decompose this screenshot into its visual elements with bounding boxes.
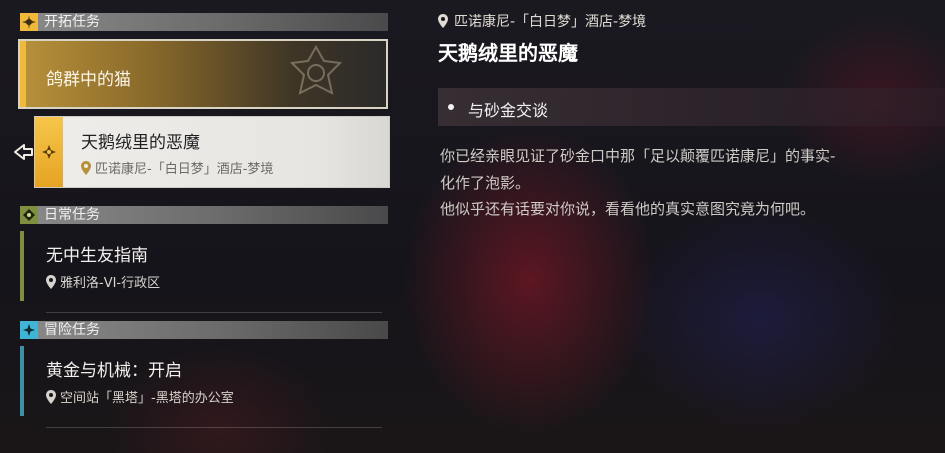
- detail-location-text: 匹诺康尼-「白日梦」酒店-梦境: [454, 14, 647, 30]
- detail-location: 匹诺康尼-「白日梦」酒店-梦境: [438, 11, 646, 31]
- quest-location-text: 空间站「黑塔」-黑塔的办公室: [60, 391, 234, 406]
- quest-item-trailblaze-1[interactable]: 鸽群中的猫: [18, 39, 388, 109]
- location-pin-icon: [438, 14, 448, 28]
- quest-item-trailblaze-2[interactable]: 天鹅绒里的恶魔 匹诺康尼-「白日梦」酒店-梦境: [34, 116, 390, 188]
- section-title: 冒险任务: [44, 322, 100, 338]
- selection-pointer-icon: [14, 144, 33, 160]
- quest-location-text: 雅利洛-VI-行政区: [60, 276, 161, 291]
- divider: [46, 427, 382, 428]
- quest-description: 你已经亲眼见证了砂金口中那「足以颠覆匹诺康尼」的事实- 化作了泡影。 他似乎还有…: [440, 143, 945, 223]
- quest-accent-bar: [20, 231, 24, 301]
- description-line: 你已经亲眼见证了砂金口中那「足以颠覆匹诺康尼」的事实-: [440, 147, 836, 165]
- objective-text: 与砂金交谈: [468, 101, 549, 120]
- location-pin-icon: [46, 389, 56, 404]
- quest-title: 天鹅绒里的恶魔: [81, 133, 200, 153]
- quest-item-adventure-1[interactable]: 黄金与机械：开启 空间站「黑塔」-黑塔的办公室: [20, 346, 382, 428]
- trailblaze-quest-icon: [35, 117, 63, 187]
- section-daily-header: 日常任务: [20, 206, 388, 224]
- trailblaze-category-icon: [20, 13, 38, 31]
- section-trailblaze-header: 开拓任务: [20, 13, 388, 31]
- quest-location-text: 匹诺康尼-「白日梦」酒店-梦境: [95, 162, 274, 177]
- emblem-icon: [289, 44, 343, 95]
- location-pin-icon: [46, 274, 56, 289]
- detail-title: 天鹅绒里的恶魔: [438, 41, 578, 65]
- quest-objective: 与砂金交谈: [438, 88, 945, 126]
- location-pin-icon: [81, 160, 91, 175]
- quest-detail-panel: 匹诺康尼-「白日梦」酒店-梦境 天鹅绒里的恶魔 与砂金交谈 你已经亲眼见证了砂金…: [438, 0, 945, 453]
- quest-location: 空间站「黑塔」-黑塔的办公室: [46, 387, 234, 406]
- description-line: 他似乎还有话要对你说，看看他的真实意图究竟为何吧。: [440, 200, 816, 218]
- section-title: 开拓任务: [44, 14, 100, 30]
- divider: [46, 312, 382, 313]
- quest-title: 黄金与机械：开启: [46, 361, 182, 381]
- description-line: 化作了泡影。: [440, 173, 531, 192]
- quest-accent-bar: [20, 346, 24, 416]
- quest-title: 鸽群中的猫: [46, 70, 131, 90]
- quest-accent-bar: [20, 41, 26, 107]
- daily-category-icon: [20, 206, 38, 224]
- quest-item-daily-1[interactable]: 无中生友指南 雅利洛-VI-行政区: [20, 231, 382, 313]
- quest-title: 无中生友指南: [46, 246, 148, 266]
- section-title: 日常任务: [44, 207, 100, 223]
- section-adventure-header: 冒险任务: [20, 321, 388, 339]
- adventure-category-icon: [20, 321, 38, 339]
- quest-location: 雅利洛-VI-行政区: [46, 272, 160, 291]
- quest-location: 匹诺康尼-「白日梦」酒店-梦境: [81, 158, 273, 177]
- bullet-icon: [448, 104, 454, 110]
- quest-list-panel: 开拓任务 鸽群中的猫 天鹅绒里的恶魔 匹诺康尼-「白日梦」酒店-梦境 日常任务 …: [0, 0, 400, 453]
